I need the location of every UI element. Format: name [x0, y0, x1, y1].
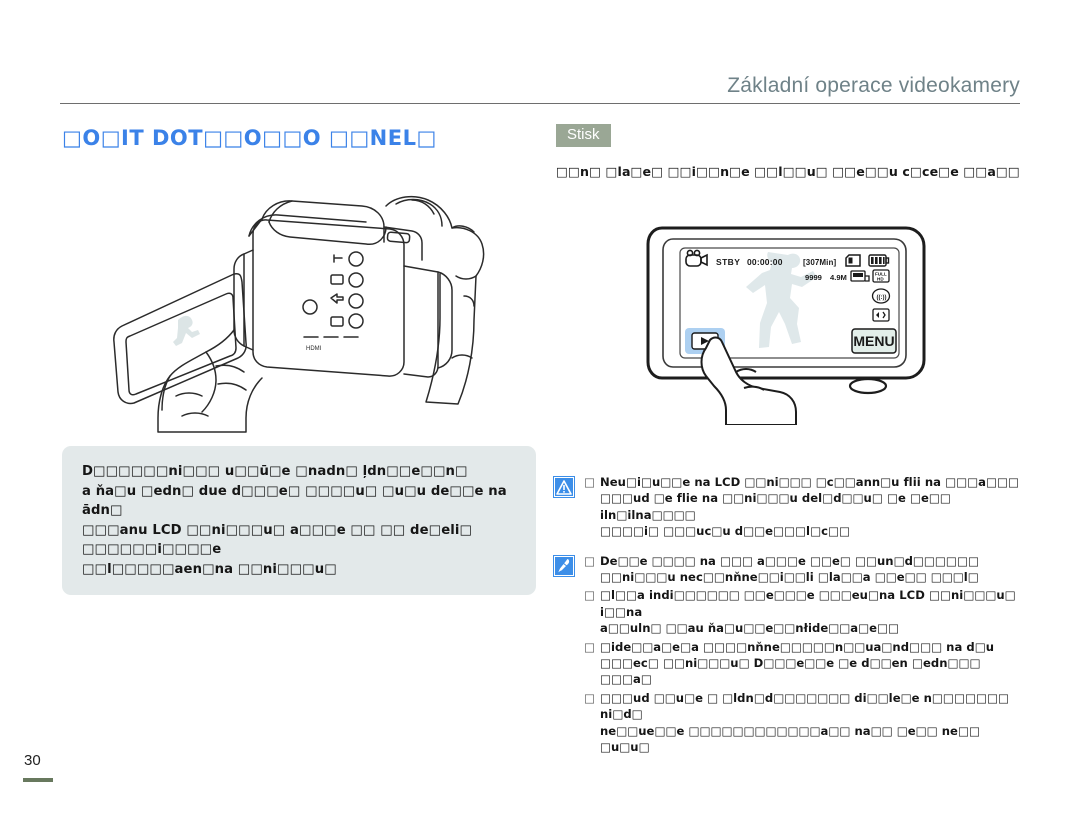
intro-text: □□n□ □la□e□ □□i□□n□e □□l□□u□ □□e□□u c□ce… [556, 164, 1020, 179]
header-divider [60, 103, 1020, 104]
bullet-marker: □ [584, 690, 596, 705]
page-number: 30 [24, 752, 41, 769]
note-bullet-text: Neu□i□u□□e na LCD □□ni□□□ □c□□ann□u flii… [600, 475, 1019, 539]
camcorder-lcd-screen-illustration: STBY 00:00:00 [307Min] 9999 4.9M FULL HD… [640, 210, 950, 425]
bullet-marker: □ [584, 475, 596, 489]
bullet-marker: □ [584, 639, 596, 654]
section-title: □O□IT DOT□□O□□O □□NEL□ [62, 126, 437, 150]
svg-text:HD: HD [877, 277, 884, 282]
caution-note-bullets: □ Neu□i□u□□e na LCD □□ni□□□ □c□□ann□u fl… [584, 474, 1028, 542]
caution-note-group: □ Neu□i□u□□e na LCD □□ni□□□ □c□□ann□u fl… [552, 474, 1028, 542]
svg-text:4.9M: 4.9M [830, 273, 847, 282]
page-header: Základní operace videokamery [60, 62, 1020, 110]
tip-callout-text: D□□□□□□ni□□□ u□□ū□e □nadn□ ļdn□□e□□n□ a … [82, 464, 507, 577]
bullet-marker: □ [584, 553, 596, 568]
note-bullet: □ □l□□a indi□□□□□□ □□e□□□e □□□eu□na LCD … [584, 587, 1028, 636]
camcorder-held-in-hands-illustration: HDMI [66, 170, 536, 435]
action-badge: Stisk [556, 124, 611, 147]
svg-text:((:)): ((:)) [877, 295, 887, 301]
left-column: HDMI [60, 170, 540, 435]
bullet-marker: □ [584, 588, 596, 603]
note-bullet: □ De□□e □□□□ na □□□ a□□□e □□e□ □□un□d□□□… [584, 553, 1028, 586]
svg-text:00:00:00: 00:00:00 [747, 257, 783, 267]
svg-text:MENU: MENU [853, 333, 894, 349]
note-bullet: □ Neu□i□u□□e na LCD □□ni□□□ □c□□ann□u fl… [584, 474, 1028, 540]
note-bullet-text: □l□□a indi□□□□□□ □□e□□□e □□□eu□na LCD □□… [600, 588, 1016, 636]
svg-text:HDMI: HDMI [306, 346, 322, 352]
note-bullet: □ □ide□□a□e□a □□□□nňne□□□□□n□□ua□nd□□□ n… [584, 639, 1028, 688]
note-bullet-text: De□□e □□□□ na □□□ a□□□e □□e□ □□un□d□□□□□… [600, 553, 979, 585]
note-bullet-text: □ide□□a□e□a □□□□nňne□□□□□n□□ua□nd□□□ na … [600, 639, 995, 687]
note-pen-icon [552, 554, 576, 578]
info-note-group: □ De□□e □□□□ na □□□ a□□□e □□e□ □□un□d□□□… [552, 553, 1028, 758]
tip-callout-box: D□□□□□□ni□□□ u□□ū□e □nadn□ ļdn□□e□□n□ a … [62, 446, 536, 595]
caution-warning-icon [552, 475, 576, 499]
info-note-bullets: □ De□□e □□□□ na □□□ a□□□e □□e□ □□un□d□□□… [584, 553, 1028, 758]
svg-text:STBY: STBY [716, 257, 740, 267]
notes-area: □ Neu□i□u□□e na LCD □□ni□□□ □c□□ann□u fl… [552, 474, 1028, 769]
right-column: Stisk □□n□ □la□e□ □□i□□n□e □□l□□u□ □□e□□… [556, 124, 1026, 180]
note-bullet-text: □□□ud □□u□e □ □ldn□d□□□□□□□ di□□le□e n□□… [600, 690, 1009, 755]
svg-text:[307Min]: [307Min] [803, 258, 836, 267]
footer-accent-rule [23, 778, 53, 782]
page-title: Základní operace videokamery [727, 74, 1020, 97]
svg-text:9999: 9999 [805, 273, 822, 282]
note-bullet: □ □□□ud □□u□e □ □ldn□d□□□□□□□ di□□le□e n… [584, 690, 1028, 756]
